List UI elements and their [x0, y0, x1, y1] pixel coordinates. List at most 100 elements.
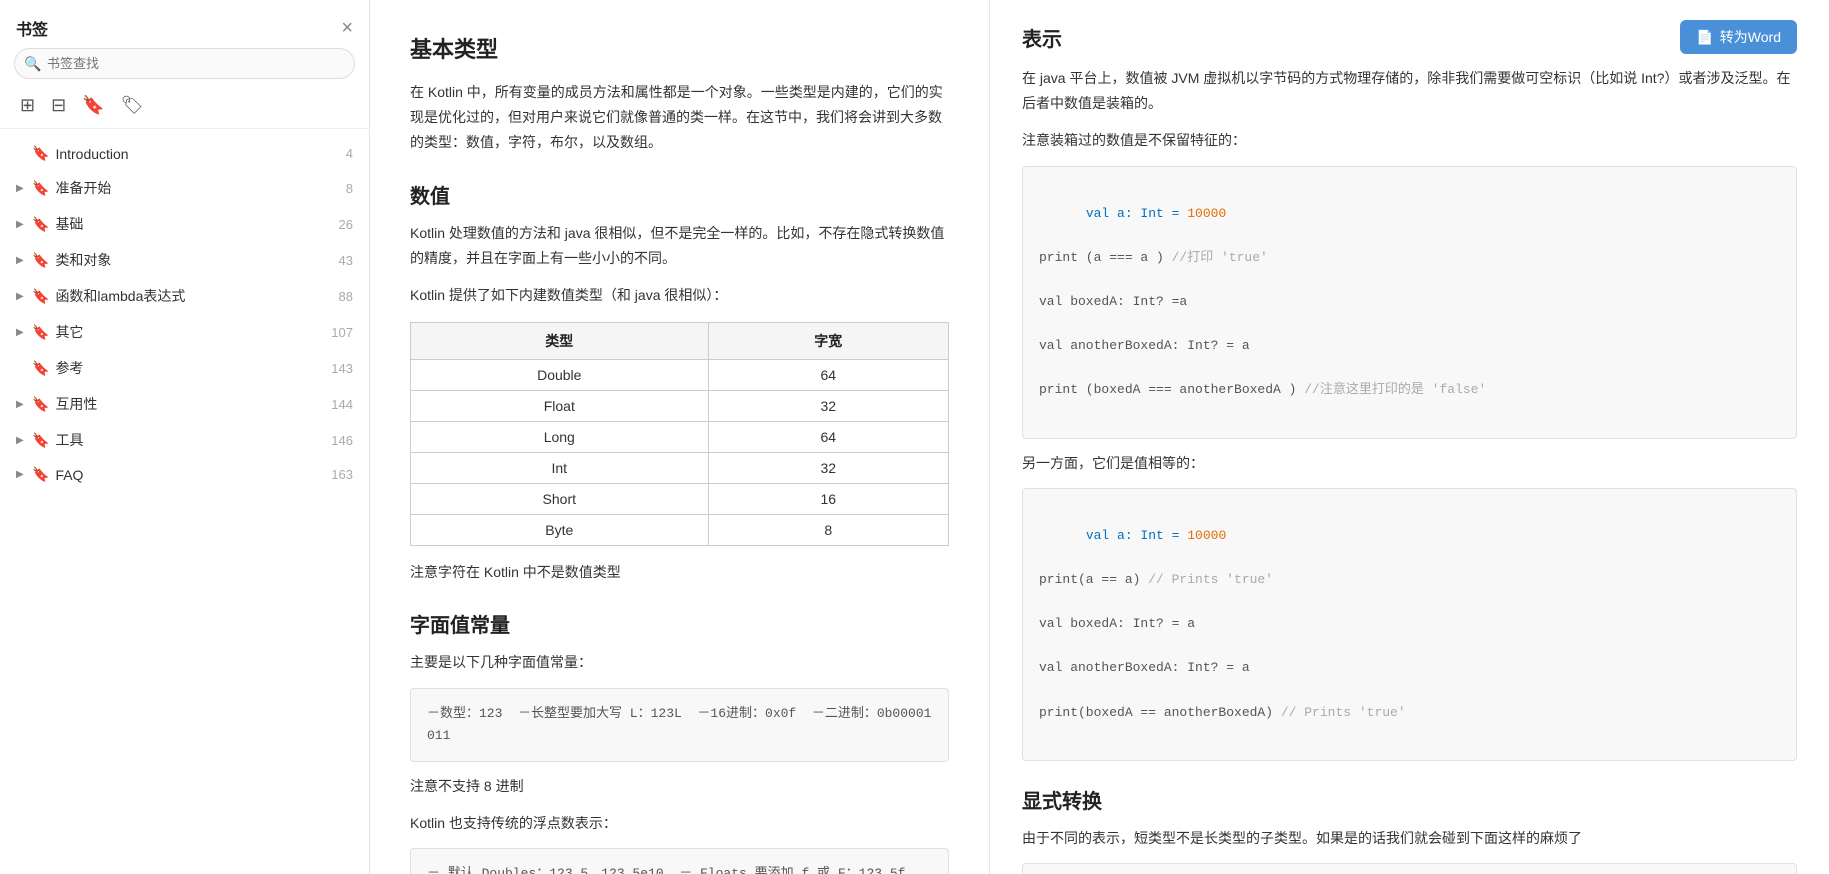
nav-item-label-7: 互用性 [55, 394, 323, 414]
convert-icon: 📄 [1696, 29, 1713, 46]
code-block-1: －数型：123 －长整型要加大写 L：123L －16进制：0x0f －二进制：… [410, 688, 949, 762]
table-header-type: 类型 [411, 323, 709, 360]
nav-item-label-8: 工具 [55, 430, 323, 450]
sidebar-item-1[interactable]: ▶ 🔖 准备开始 8 [0, 170, 369, 206]
nav-item-number-1: 8 [323, 181, 353, 196]
right-code-block-2: val a: Int = 10000 print(a == a) // Prin… [1022, 488, 1797, 761]
nav-item-number-9: 163 [323, 467, 353, 482]
nav-item-number-5: 107 [323, 325, 353, 340]
types-table: 类型 字宽 Double64Float32Long64Int32Short16B… [410, 322, 949, 546]
sidebar-search-container: 🔍 [14, 48, 355, 79]
table-cell-2-0: Long [411, 422, 709, 453]
nav-item-label-9: FAQ [55, 467, 323, 483]
section1-text2: Kotlin 提供了如下内建数值类型（和 java 很相似）： [410, 283, 949, 308]
section1-text1: Kotlin 处理数值的方法和 java 很相似，但不是完全一样的。比如，不存在… [410, 221, 949, 271]
nav-item-label-3: 类和对象 [55, 250, 323, 270]
table-cell-5-1: 8 [708, 515, 948, 546]
note2: 注意不支持 8 进制 [410, 774, 949, 799]
expand-arrow-8: ▶ [16, 435, 28, 446]
nav-item-number-8: 146 [323, 433, 353, 448]
expand-all-icon[interactable]: ⊞ [16, 93, 39, 118]
intro-text: 在 Kotlin 中，所有变量的成员方法和属性都是一个对象。一些类型是内建的，它… [410, 80, 949, 156]
table-row-2: Long64 [411, 422, 949, 453]
code-block-2: － 默认 Doubles：123.5，123.5e10 － Floats 要添加… [410, 848, 949, 874]
bookmark-empty-icon[interactable]: 🏷 [117, 93, 148, 118]
content-right: 表示 📄 转为Word 在 java 平台上，数值被 JVM 虚拟机以字节码的方… [990, 0, 1829, 874]
sidebar-item-4[interactable]: ▶ 🔖 函数和lambda表达式 88 [0, 278, 369, 314]
right-p2: 注意装箱过的数值是不保留特征的： [1022, 128, 1797, 153]
table-cell-4-0: Short [411, 484, 709, 515]
right-section1-title: 表示 [1022, 23, 1062, 52]
table-header-width: 字宽 [708, 323, 948, 360]
convert-to-word-button[interactable]: 📄 转为Word [1680, 20, 1797, 54]
expand-arrow-2: ▶ [16, 219, 28, 230]
main-title: 基本类型 [410, 32, 949, 64]
bookmark-icon-2: 🔖 [32, 216, 49, 233]
table-row-1: Float32 [411, 391, 949, 422]
bookmark-filled-icon[interactable]: 🔖 [78, 93, 108, 118]
sidebar-item-0[interactable]: 🔖 Introduction 4 [0, 137, 369, 170]
expand-arrow-3: ▶ [16, 255, 28, 266]
sidebar-item-5[interactable]: ▶ 🔖 其它 107 [0, 314, 369, 350]
bookmark-icon-5: 🔖 [32, 324, 49, 341]
nav-item-label-4: 函数和lambda表达式 [55, 286, 323, 306]
expand-arrow-7: ▶ [16, 399, 28, 410]
right-section2-p1: 由于不同的表示，短类型不是长类型的子类型。如果是的话我们就会碰到下面这样的麻烦了 [1022, 826, 1797, 851]
table-cell-3-0: Int [411, 453, 709, 484]
search-icon: 🔍 [24, 55, 41, 72]
convert-btn-label: 转为Word [1720, 27, 1781, 47]
bookmark-icon-9: 🔖 [32, 466, 49, 483]
right-header: 表示 📄 转为Word [1022, 20, 1797, 54]
nav-item-label-2: 基础 [55, 214, 323, 234]
sidebar-item-2[interactable]: ▶ 🔖 基础 26 [0, 206, 369, 242]
table-cell-5-0: Byte [411, 515, 709, 546]
bookmark-icon-3: 🔖 [32, 252, 49, 269]
sidebar-item-9[interactable]: ▶ 🔖 FAQ 163 [0, 458, 369, 491]
section3-text: Kotlin 也支持传统的浮点数表示： [410, 811, 949, 836]
bookmark-icon-8: 🔖 [32, 432, 49, 449]
right-section2-title: 显式转换 [1022, 785, 1797, 814]
nav-item-number-2: 26 [323, 217, 353, 232]
main-content: 基本类型 在 Kotlin 中，所有变量的成员方法和属性都是一个对象。一些类型是… [370, 0, 1829, 874]
nav-item-number-7: 144 [323, 397, 353, 412]
section1-title: 数值 [410, 180, 949, 209]
expand-arrow-9: ▶ [16, 469, 28, 480]
sidebar-title: 书签 [16, 16, 48, 40]
expand-arrow-4: ▶ [16, 291, 28, 302]
bookmark-icon-6: 🔖 [32, 360, 49, 377]
table-row-5: Byte8 [411, 515, 949, 546]
note-text: 注意字符在 Kotlin 中不是数值类型 [410, 560, 949, 585]
table-row-0: Double64 [411, 360, 949, 391]
table-cell-3-1: 32 [708, 453, 948, 484]
nav-item-label-5: 其它 [55, 322, 323, 342]
table-cell-4-1: 16 [708, 484, 948, 515]
table-cell-1-1: 32 [708, 391, 948, 422]
content-left: 基本类型 在 Kotlin 中，所有变量的成员方法和属性都是一个对象。一些类型是… [370, 0, 990, 874]
nav-item-number-4: 88 [323, 289, 353, 304]
bookmark-icon-7: 🔖 [32, 396, 49, 413]
sidebar-item-3[interactable]: ▶ 🔖 类和对象 43 [0, 242, 369, 278]
table-cell-2-1: 64 [708, 422, 948, 453]
nav-item-label-6: 参考 [55, 358, 323, 378]
nav-item-number-3: 43 [323, 253, 353, 268]
sidebar-item-8[interactable]: ▶ 🔖 工具 146 [0, 422, 369, 458]
nav-item-number-0: 4 [323, 146, 353, 161]
right-code-block-1: val a: Int = 10000 print (a === a ) //打印… [1022, 166, 1797, 439]
search-input[interactable] [14, 48, 355, 79]
right-p1: 在 java 平台上，数值被 JVM 虚拟机以字节码的方式物理存储的，除非我们需… [1022, 66, 1797, 116]
table-cell-0-0: Double [411, 360, 709, 391]
bookmark-icon-1: 🔖 [32, 180, 49, 197]
sidebar-nav: 🔖 Introduction 4 ▶ 🔖 准备开始 8 ▶ 🔖 基础 26 ▶ … [0, 129, 369, 874]
table-cell-0-1: 64 [708, 360, 948, 391]
bookmark-icon-4: 🔖 [32, 288, 49, 305]
right-code-block-3: //这是些伪代码，不能编译的 val a: Int? =1 //一个装箱过的 I… [1022, 863, 1797, 874]
table-row-3: Int32 [411, 453, 949, 484]
section2-text: 主要是以下几种字面值常量： [410, 650, 949, 675]
nav-item-label-0: Introduction [55, 146, 323, 162]
sidebar-item-7[interactable]: ▶ 🔖 互用性 144 [0, 386, 369, 422]
close-icon[interactable]: × [341, 18, 353, 38]
right-p3: 另一方面，它们是值相等的： [1022, 451, 1797, 476]
sidebar-item-6[interactable]: 🔖 参考 143 [0, 350, 369, 386]
bookmark-icon-0: 🔖 [32, 145, 49, 162]
collapse-all-icon[interactable]: ⊟ [47, 93, 70, 118]
